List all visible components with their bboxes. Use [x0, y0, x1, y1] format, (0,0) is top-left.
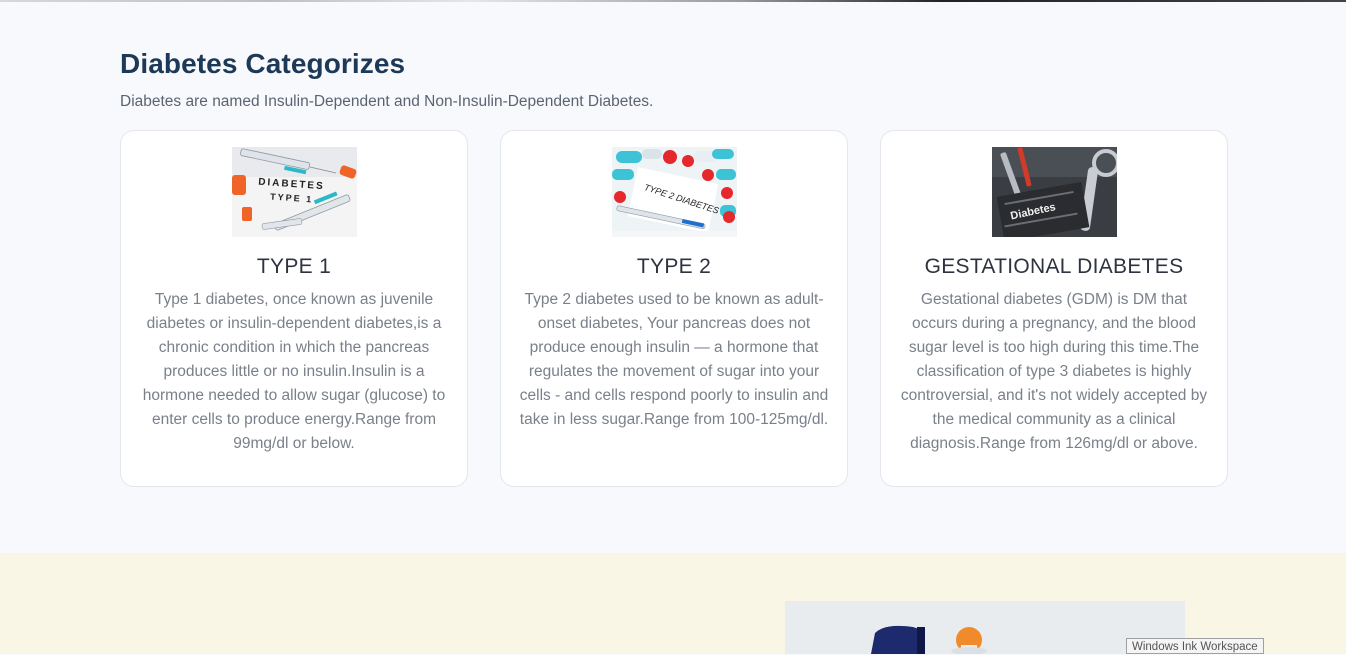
section-subtitle: Diabetes are named Insulin-Dependent and… — [120, 93, 654, 110]
windows-ink-workspace-tooltip: Windows Ink Workspace — [1126, 638, 1264, 654]
card-description: Type 1 diabetes, once known as juvenile … — [142, 291, 446, 452]
card-title: TYPE 2 — [636, 255, 712, 278]
card-gestational: Diabetes GESTATIONAL DIABETES Gestationa… — [880, 130, 1228, 487]
type-2-image: TYPE 2 DIABETES — [612, 147, 737, 237]
card-title: TYPE 1 — [256, 255, 332, 278]
glucose-meter-image — [785, 601, 1185, 654]
card-description: Gestational diabetes (GDM) is DM that oc… — [900, 291, 1208, 452]
card-type-1: DIABETES TYPE 1 TYPE 1 Type 1 diabetes, … — [120, 130, 468, 487]
diabetes-categories-section: Diabetes Categorizes Diabetes are named … — [0, 2, 1346, 553]
section-title: Diabetes Categorizes — [120, 48, 406, 79]
card-type-2: TYPE 2 DIABETES TYPE 2 Type 2 diabetes u… — [500, 130, 848, 487]
card-description: Type 2 diabetes used to be known as adul… — [519, 291, 829, 428]
card-title: GESTATIONAL DIABETES — [924, 255, 1184, 278]
type-1-image: DIABETES TYPE 1 — [232, 147, 357, 237]
gestational-image: Diabetes — [992, 147, 1117, 237]
